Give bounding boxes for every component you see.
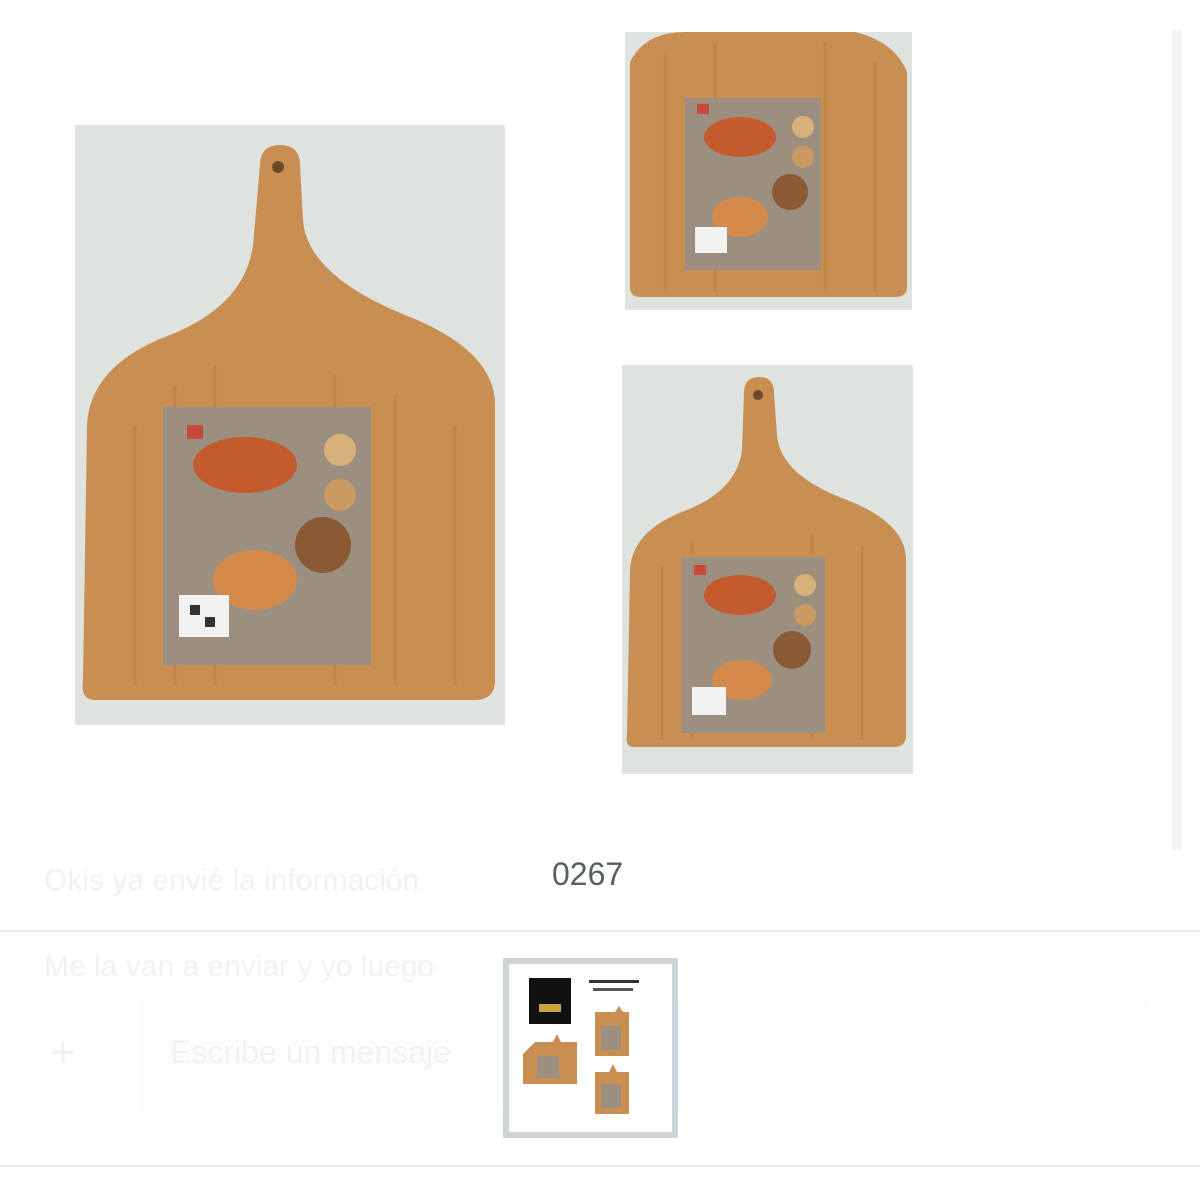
thumbnail-image-icon (509, 964, 672, 1132)
divider (0, 1165, 1200, 1167)
image-viewer (0, 30, 1172, 850)
message-input-placeholder: Escribe un mensaje (170, 1034, 452, 1070)
scrollbar[interactable] (1172, 30, 1182, 850)
chat-message: Okis ya envié la información (44, 864, 420, 897)
attach-icon[interactable]: + (38, 1028, 88, 1078)
cutting-board-photo-top-right[interactable] (625, 32, 912, 310)
cutting-board-icon (625, 32, 912, 310)
divider (0, 930, 1200, 932)
cutting-board-photo-large[interactable] (75, 125, 505, 725)
image-caption: 0267 (552, 856, 624, 892)
chat-message: Me la van a enviar y yo luego (44, 950, 435, 983)
chat-window: Okis ya envié la información Me la van a… (0, 0, 1200, 1200)
cutting-board-photo-bottom-right[interactable] (622, 365, 913, 774)
gallery-thumbnail[interactable] (503, 958, 678, 1138)
cutting-board-icon (622, 365, 913, 774)
cutting-board-icon (75, 125, 505, 725)
